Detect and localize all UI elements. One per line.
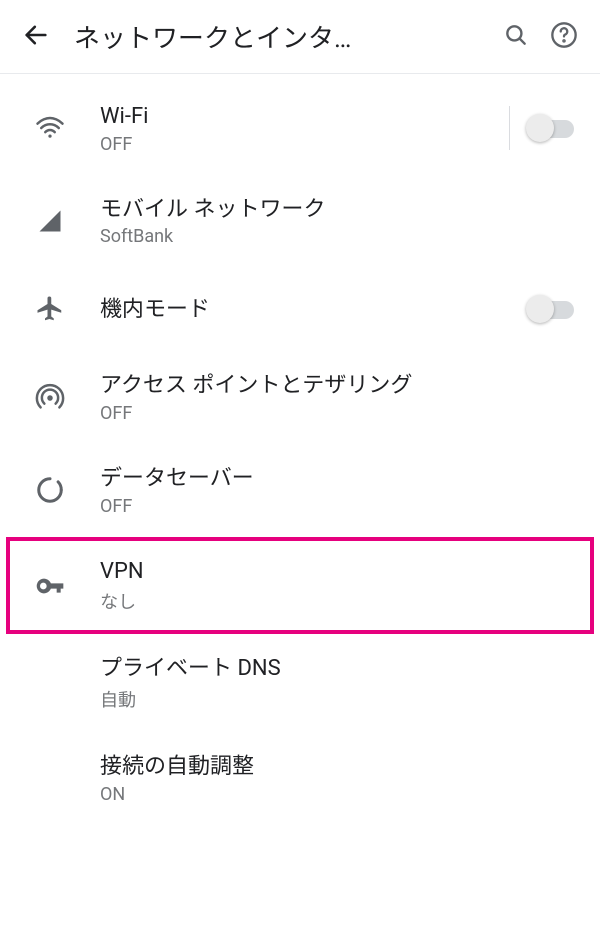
- row-pdns-title: プライベート DNS: [100, 654, 572, 684]
- help-icon: [550, 21, 578, 52]
- wifi-icon: [0, 113, 100, 143]
- row-wifi-title: Wi-Fi: [100, 102, 489, 132]
- row-mobile-text: モバイル ネットワーク SoftBank: [100, 195, 580, 248]
- airplane-toggle[interactable]: [526, 293, 580, 325]
- airplane-icon: [0, 294, 100, 324]
- signal-icon: [0, 207, 100, 235]
- airplane-toggle-container: [514, 293, 580, 325]
- search-button[interactable]: [492, 13, 540, 61]
- row-datasaver-title: データセーバー: [100, 464, 572, 494]
- row-hotspot-title: アクセス ポイントとテザリング: [100, 371, 572, 401]
- switch-thumb: [526, 295, 554, 323]
- app-bar: ネットワークとインタ…: [0, 0, 600, 74]
- row-adaptive-title: 接続の自動調整: [100, 752, 572, 782]
- settings-list: Wi-Fi OFF モバイル ネットワーク SoftBank 機内モード: [0, 74, 600, 825]
- row-adaptive-sub: ON: [100, 784, 572, 805]
- divider: [509, 106, 510, 150]
- row-vpn-sub: なし: [100, 588, 572, 614]
- row-airplane-title: 機内モード: [100, 295, 506, 325]
- row-datasaver[interactable]: データセーバー OFF: [0, 444, 600, 537]
- vpn-key-icon: [0, 570, 100, 602]
- page-title: ネットワークとインタ…: [60, 18, 492, 55]
- hotspot-icon: [0, 383, 100, 413]
- row-airplane-text: 機内モード: [100, 295, 514, 325]
- back-button[interactable]: [12, 13, 60, 61]
- datasaver-icon: [0, 475, 100, 505]
- row-hotspot[interactable]: アクセス ポイントとテザリング OFF: [0, 351, 600, 444]
- row-wifi-sub: OFF: [100, 134, 489, 155]
- row-adaptive-connectivity[interactable]: 接続の自動調整 ON: [0, 732, 600, 825]
- row-pdns-sub: 自動: [100, 686, 572, 712]
- arrow-back-icon: [22, 21, 50, 52]
- row-vpn[interactable]: VPN なし: [0, 537, 600, 635]
- row-private-dns[interactable]: プライベート DNS 自動: [0, 634, 600, 732]
- row-mobile-title: モバイル ネットワーク: [100, 195, 572, 225]
- help-button[interactable]: [540, 13, 588, 61]
- row-vpn-text: VPN なし: [100, 557, 580, 615]
- row-datasaver-text: データセーバー OFF: [100, 464, 580, 517]
- row-airplane[interactable]: 機内モード: [0, 267, 600, 351]
- row-hotspot-sub: OFF: [100, 403, 572, 424]
- row-mobile-sub: SoftBank: [100, 226, 572, 247]
- row-wifi[interactable]: Wi-Fi OFF: [0, 82, 600, 175]
- row-datasaver-sub: OFF: [100, 496, 572, 517]
- row-mobile-network[interactable]: モバイル ネットワーク SoftBank: [0, 175, 600, 268]
- row-hotspot-text: アクセス ポイントとテザリング OFF: [100, 371, 580, 424]
- row-vpn-title: VPN: [100, 557, 572, 587]
- row-pdns-text: プライベート DNS 自動: [100, 654, 580, 712]
- row-wifi-text: Wi-Fi OFF: [100, 102, 497, 155]
- wifi-toggle[interactable]: [526, 112, 580, 144]
- search-icon: [503, 22, 529, 51]
- switch-thumb: [526, 114, 554, 142]
- row-adaptive-text: 接続の自動調整 ON: [100, 752, 580, 805]
- wifi-toggle-container: [497, 106, 580, 150]
